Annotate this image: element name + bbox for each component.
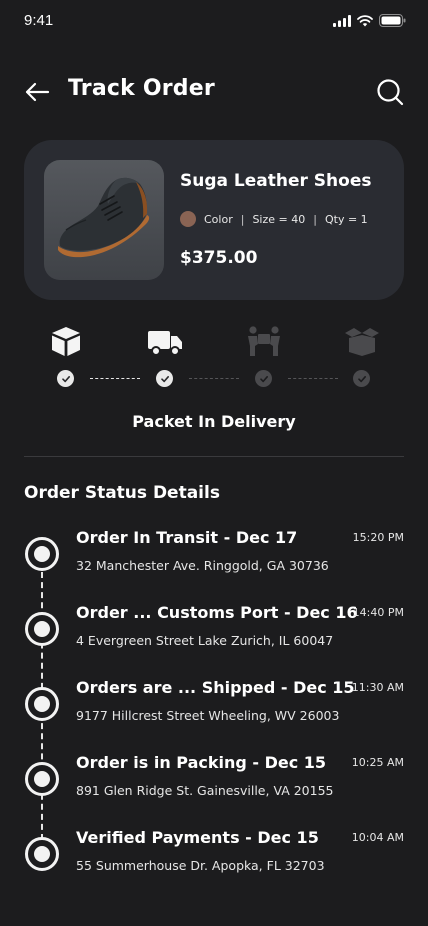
arrow-left-icon [25,82,50,102]
status-time: 9:41 [24,12,54,29]
truck-icon [148,331,182,356]
shoe-image [58,177,150,258]
event-title: Orders are ... Shipped - Dec 15 [76,678,355,697]
checkmark-icon [160,375,169,382]
timeline-dot [25,837,59,871]
timeline-dot [25,537,59,571]
open-box-icon [345,328,379,356]
product-color-label: Color [204,212,233,226]
product-card[interactable]: Suga Leather Shoes Color | Size = 40 | Q… [24,140,404,300]
event-time: 10:04 AM [351,831,404,844]
progress-connector [189,378,239,379]
page-title: Track Order [68,76,215,101]
meta-separator: | [313,212,317,226]
order-status-title: Order Status Details [24,483,220,503]
event-address: 55 Summerhouse Dr. Apopka, FL 32703 [76,858,325,873]
product-name: Suga Leather Shoes [180,171,372,191]
product-meta: Color | Size = 40 | Qty = 1 [180,211,368,227]
status-icons [333,14,406,27]
checkmark-icon [61,375,70,382]
status-bar: 9:41 [0,0,428,44]
back-button[interactable] [24,80,50,104]
delivery-status-label: Packet In Delivery [132,412,296,431]
step-2-check [156,370,173,387]
timeline-event[interactable]: Orders are ... Shipped - Dec 15 9177 Hil… [0,678,428,747]
event-time: 15:20 PM [352,531,404,544]
progress-connector [288,378,338,379]
timeline-dot [25,762,59,796]
step-4-check [353,370,370,387]
checkmark-icon [259,375,268,382]
event-title: Order is in Packing - Dec 15 [76,753,327,772]
event-address: 891 Glen Ridge St. Gainesville, VA 20155 [76,783,334,798]
meta-separator: | [240,212,245,226]
event-time: 11:30 AM [351,681,404,694]
color-swatch [180,211,196,227]
event-time: 10:25 AM [351,756,404,769]
search-button[interactable] [376,78,404,106]
event-time: 14:40 PM [352,606,404,619]
timeline-event[interactable]: Order is in Packing - Dec 15 891 Glen Ri… [0,753,428,822]
header: Track Order [0,68,428,116]
checkmark-icon [357,375,366,382]
timeline-event[interactable]: Order In Transit - Dec 17 32 Manchester … [0,528,428,597]
event-title: Verified Payments - Dec 15 [76,828,319,847]
event-title: Order In Transit - Dec 17 [76,528,298,547]
battery-icon [379,14,406,27]
signal-icon [333,14,351,27]
product-price: $375.00 [180,248,258,268]
step-3-check [255,370,272,387]
event-address: 32 Manchester Ave. Ringgold, GA 30736 [76,558,329,573]
timeline-event[interactable]: Order ... Customs Port - Dec 16 4 Evergr… [0,603,428,672]
product-size: Size = 40 [252,212,306,226]
timeline-event[interactable]: Verified Payments - Dec 15 55 Summerhous… [0,828,428,897]
product-qty: Qty = 1 [324,212,368,226]
timeline-dot [25,687,59,721]
search-icon [377,79,404,106]
progress-connector [90,378,140,379]
timeline-dot [25,612,59,646]
divider [24,456,404,457]
package-icon [52,327,80,356]
event-title: Order ... Customs Port - Dec 16 [76,603,358,622]
event-address: 9177 Hillcrest Street Wheeling, WV 26003 [76,708,340,723]
wifi-icon [357,14,373,26]
step-1-check [57,370,74,387]
event-address: 4 Evergreen Street Lake Zurich, IL 60047 [76,633,334,648]
handover-icon [248,326,280,356]
product-image [44,160,164,280]
